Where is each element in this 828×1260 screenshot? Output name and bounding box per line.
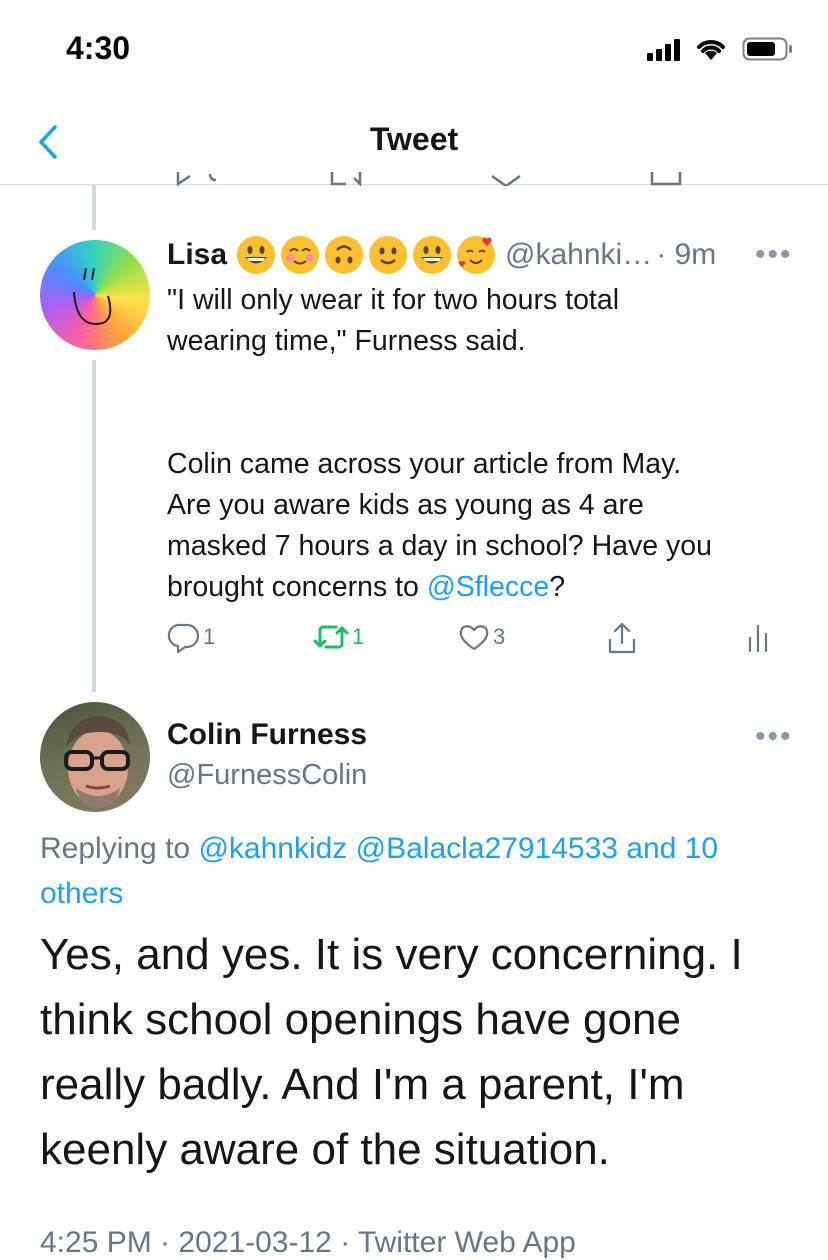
reply-text-line: "I will only wear it for two hours total	[167, 284, 620, 316]
replying-prefix: Replying to	[40, 832, 199, 865]
prev-like-icon	[491, 174, 521, 186]
reply-text-line: wearing time," Furness said.	[167, 325, 526, 357]
retweet-count: 1	[352, 624, 365, 649]
reply-text-line: Are you aware kids as young as 4 are	[167, 489, 644, 521]
reply-tweet-text-quote: "I will only wear it for two hours total…	[167, 280, 807, 362]
replying-to-links[interactable]: @kahnkidz @Balacla27914533 and 10	[198, 832, 718, 865]
reply-author-name[interactable]: Lisa	[167, 238, 227, 272]
share-button[interactable]	[605, 620, 639, 656]
like-count: 3	[493, 624, 506, 649]
slightly-smiling-face-emoji-icon	[369, 236, 408, 274]
cellular-signal-icon	[647, 37, 680, 61]
main-text-line: keenly aware of the situation.	[40, 1125, 610, 1174]
replying-to-others-link[interactable]: others	[40, 877, 123, 910]
emoji-row	[237, 236, 496, 274]
battery-icon	[742, 37, 792, 61]
main-text-line: think school openings have gone	[40, 995, 681, 1044]
share-icon	[608, 622, 636, 654]
reply-text-line: Colin came across your article from May.	[167, 448, 682, 480]
reply-button[interactable]: 1	[167, 620, 215, 654]
prev-retweet-icon	[330, 172, 362, 186]
replying-to: Replying to @kahnkidz @Balacla27914533 a…	[40, 826, 800, 916]
main-text-line: Yes, and yes. It is very concerning. I	[40, 930, 743, 979]
main-tweet-text: Yes, and yes. It is very concerning. I t…	[40, 922, 800, 1182]
smiling-face-with-hearts-emoji-icon	[457, 236, 496, 274]
upside-down-face-emoji-icon	[325, 236, 364, 274]
reply-tweet-actions: 1 1 3	[167, 620, 787, 664]
prev-reply-icon	[176, 172, 191, 186]
retweet-button[interactable]: 1	[312, 620, 364, 654]
reply-timestamp: · 9m	[656, 238, 717, 271]
previous-tweet-actions	[160, 172, 800, 186]
heart-icon	[459, 625, 489, 651]
status-time: 4:30	[66, 30, 131, 66]
main-author-handle[interactable]: @FurnessColin	[167, 759, 367, 792]
profile-photo-icon	[64, 716, 130, 808]
reply-text-fragment: brought concerns to	[167, 571, 427, 603]
smiling-face-emoji-icon	[281, 236, 320, 274]
analytics-icon	[748, 624, 768, 653]
reply-tweet-header: Lisa @kahnki… · 9m	[167, 236, 716, 274]
nav-title: Tweet	[369, 121, 459, 157]
reply-text-line: masked 7 hours a day in school? Have you	[167, 530, 712, 562]
reply-more-options-icon[interactable]: •••	[755, 238, 793, 272]
main-text-line: really badly. And I'm a parent, I'm	[40, 1060, 685, 1109]
reply-author-handle[interactable]: @kahnki…	[505, 238, 652, 272]
avatar-colin-furness[interactable]	[40, 702, 150, 812]
status-bar: 4:30	[0, 0, 828, 100]
prev-share-icon	[650, 172, 682, 186]
grinning-face-emoji-icon	[237, 236, 276, 274]
reply-tweet-text-body: Colin came across your article from May.…	[167, 444, 807, 608]
reply-count: 1	[203, 624, 216, 649]
grinning-face-emoji-icon-2	[413, 236, 452, 274]
avatar-lisa[interactable]	[40, 240, 150, 350]
thread-line-bottom	[92, 360, 96, 692]
reply-text-line-with-mention: brought concerns to @Sflecce?	[167, 567, 807, 608]
wifi-icon	[697, 40, 725, 60]
status-icons	[647, 36, 794, 62]
main-more-options-icon[interactable]: •••	[755, 720, 793, 754]
tweet-timestamp-meta: 4:25 PM · 2021-03-12 · Twitter Web App	[40, 1226, 576, 1259]
smiley-face-icon	[73, 267, 112, 326]
mention-link-sflecce[interactable]: @Sflecce	[427, 571, 549, 603]
analytics-button[interactable]	[745, 620, 771, 654]
retweet-icon	[313, 625, 349, 649]
thread-line-top	[92, 185, 96, 230]
reply-text-end: ?	[549, 571, 566, 603]
main-author-name[interactable]: Colin Furness	[167, 718, 367, 752]
reply-icon	[167, 623, 200, 654]
like-button[interactable]: 3	[457, 620, 505, 654]
